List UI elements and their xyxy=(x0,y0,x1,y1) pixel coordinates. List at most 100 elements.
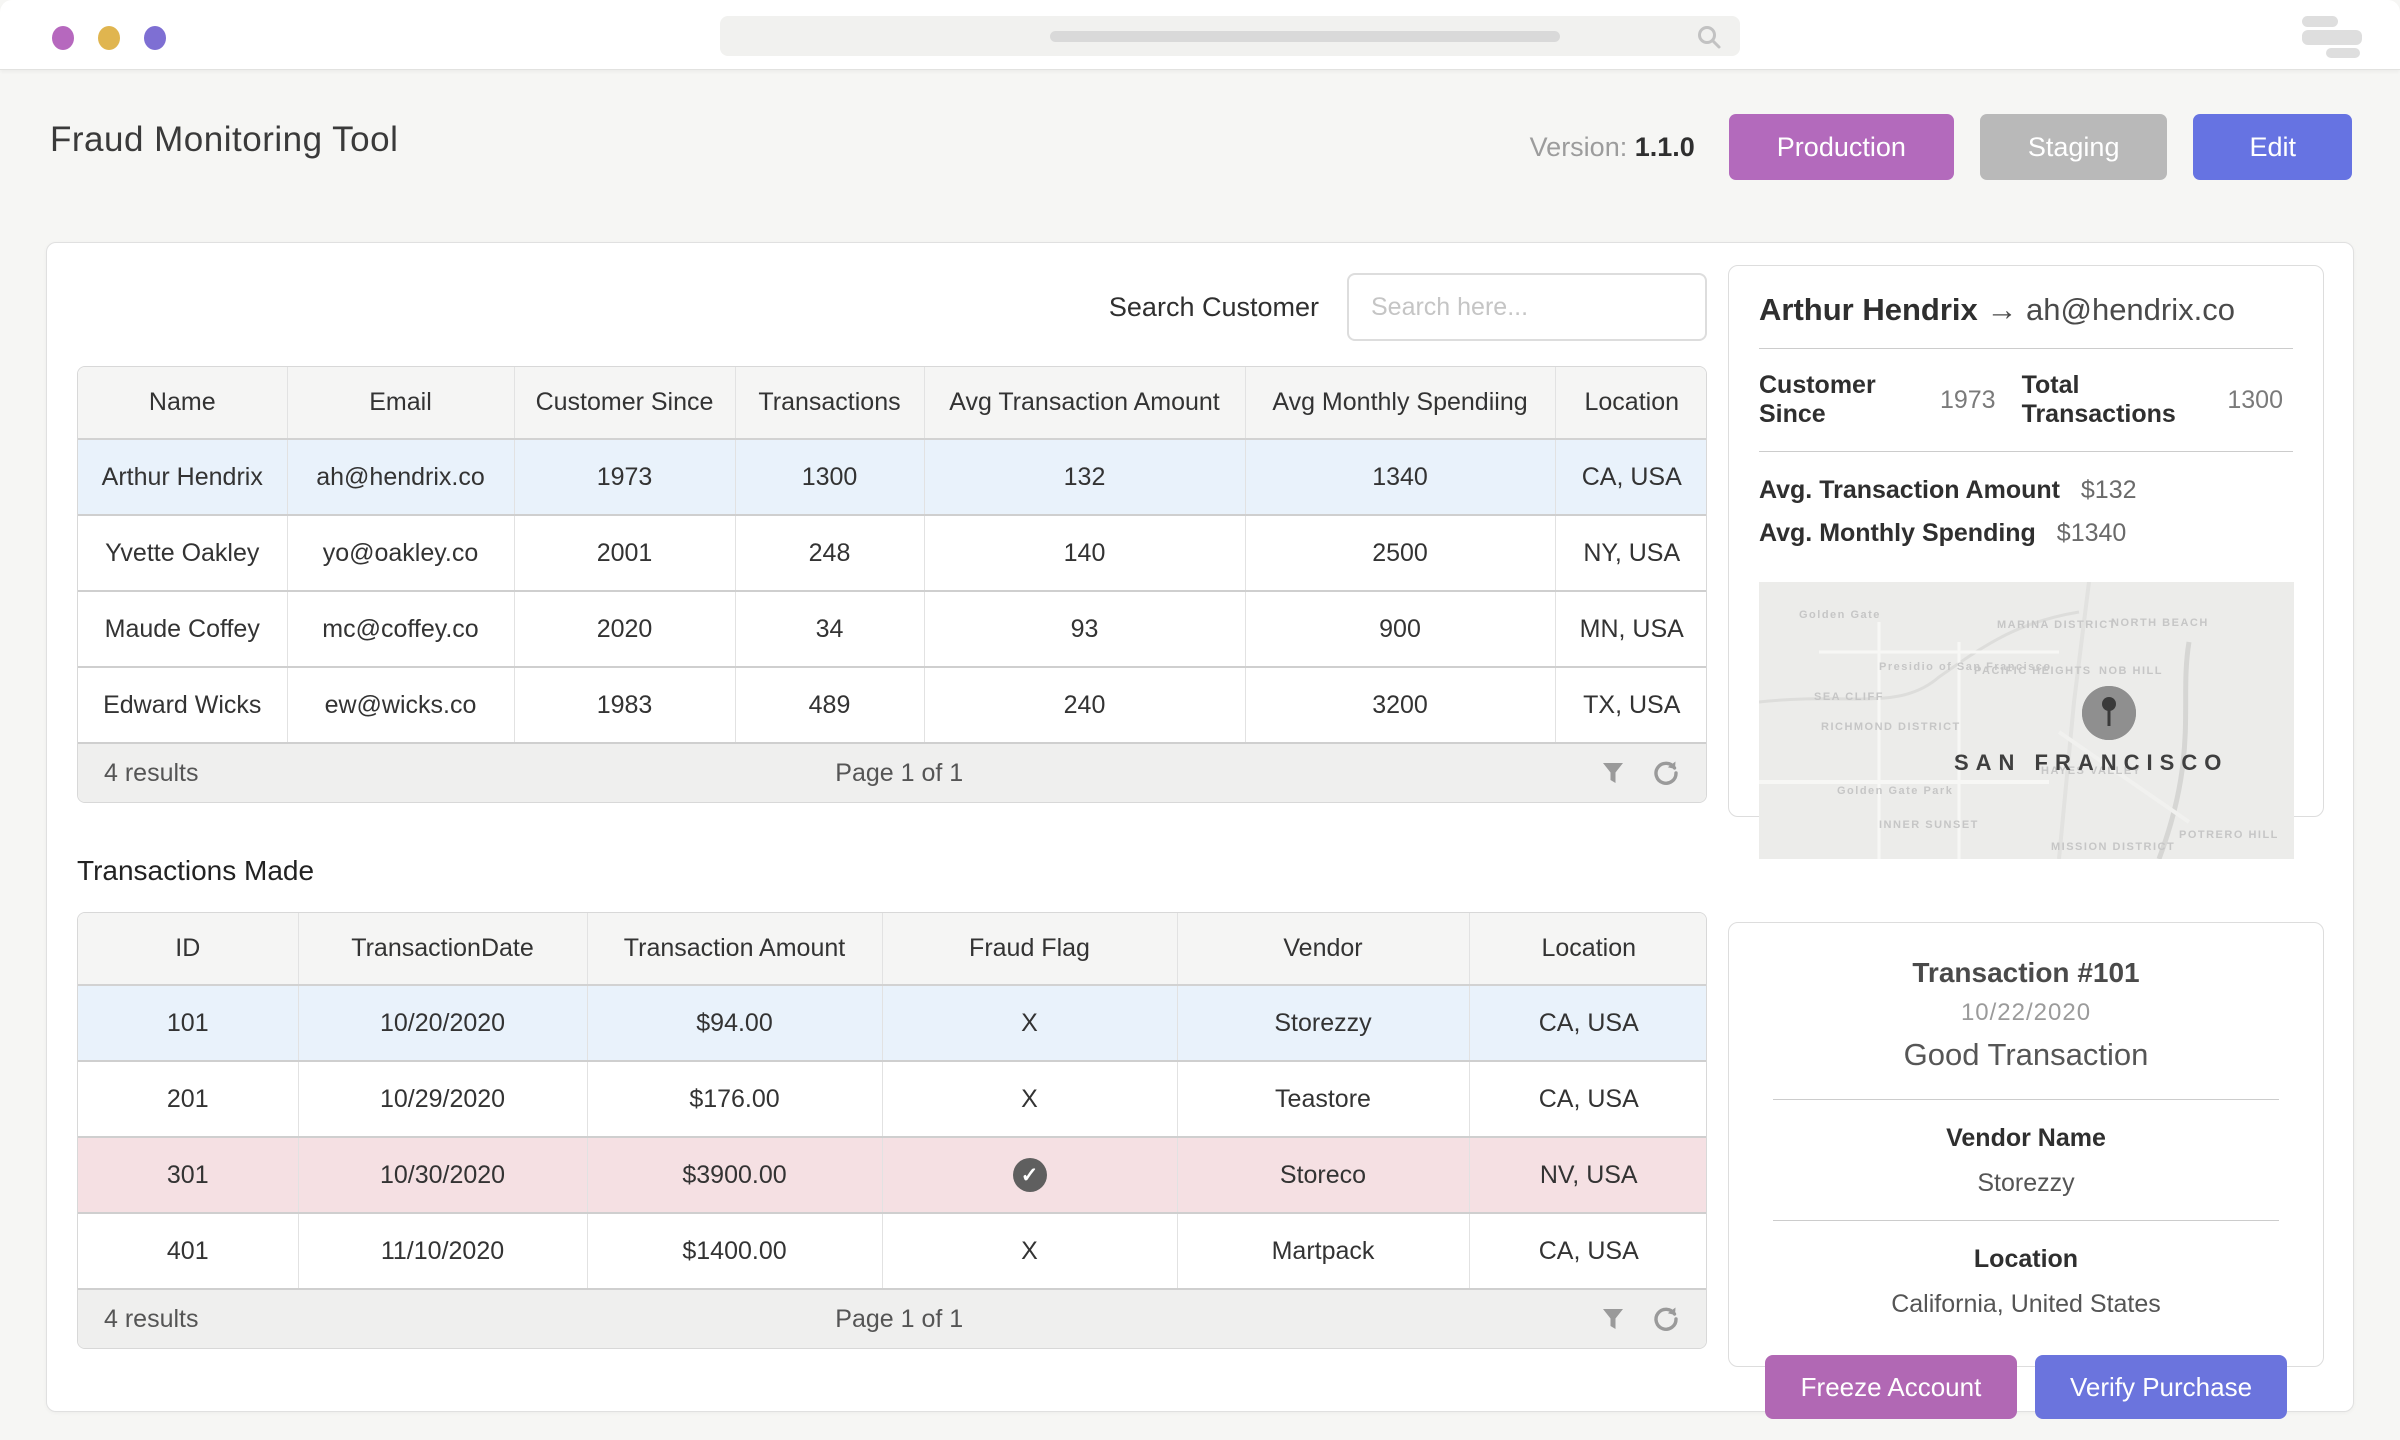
refresh-icon[interactable] xyxy=(1652,1305,1680,1333)
cell-amount[interactable]: $1400.00 xyxy=(587,1213,882,1289)
cell-customer-since[interactable]: 1983 xyxy=(514,667,735,743)
cell-id[interactable]: 101 xyxy=(78,985,298,1061)
cell-location[interactable]: NY, USA xyxy=(1555,515,1707,591)
cell-date[interactable]: 11/10/2020 xyxy=(298,1213,587,1289)
cell-transactions[interactable]: 489 xyxy=(735,667,924,743)
cell-name[interactable]: Yvette Oakley xyxy=(78,515,287,591)
cell-avg-transaction-amount[interactable]: 140 xyxy=(924,515,1245,591)
map-label-pacific-heights: PACIFIC HEIGHTS xyxy=(1974,665,2092,677)
window-maximize-dot[interactable] xyxy=(144,26,166,50)
cell-avg-monthly-spending[interactable]: 900 xyxy=(1245,591,1555,667)
cell-id[interactable]: 201 xyxy=(78,1061,298,1137)
cell-avg-transaction-amount[interactable]: 93 xyxy=(924,591,1245,667)
cell-fraud-flag[interactable]: X xyxy=(882,985,1177,1061)
cell-transactions[interactable]: 34 xyxy=(735,591,924,667)
freeze-account-button[interactable]: Freeze Account xyxy=(1765,1355,2017,1419)
transaction-status: Good Transaction xyxy=(1763,1037,2289,1073)
cell-txn-location[interactable]: CA, USA xyxy=(1469,985,1707,1061)
cell-location[interactable]: MN, USA xyxy=(1555,591,1707,667)
location-label: Location xyxy=(1763,1245,2289,1274)
map-label-nob-hill: NOB HILL xyxy=(2099,665,2163,677)
cell-email[interactable]: ew@wicks.co xyxy=(287,667,514,743)
customers-table: Name Email Customer Since Transactions A… xyxy=(77,366,1707,803)
transaction-row[interactable]: 101 10/20/2020 $94.00 X Storezzy CA, USA xyxy=(78,985,1707,1061)
col-fraud-flag[interactable]: Fraud Flag xyxy=(882,913,1177,985)
verify-purchase-button[interactable]: Verify Purchase xyxy=(2035,1355,2287,1419)
cell-avg-monthly-spending[interactable]: 1340 xyxy=(1245,439,1555,515)
cell-vendor[interactable]: Storeco xyxy=(1177,1137,1469,1213)
customer-row[interactable]: Yvette Oakley yo@oakley.co 2001 248 140 … xyxy=(78,515,1707,591)
col-location[interactable]: Location xyxy=(1555,367,1707,439)
map-label-marina: MARINA DISTRICT xyxy=(1997,619,2117,631)
map-label-mission: MISSION DISTRICT xyxy=(2051,841,2175,853)
col-transaction-date[interactable]: TransactionDate xyxy=(298,913,587,985)
browser-menu-icon[interactable] xyxy=(2298,16,2362,56)
map-label-north-beach: NORTH BEACH xyxy=(2111,617,2209,629)
cell-amount[interactable]: $176.00 xyxy=(587,1061,882,1137)
cell-id[interactable]: 401 xyxy=(78,1213,298,1289)
cell-amount[interactable]: $3900.00 xyxy=(587,1137,882,1213)
cell-email[interactable]: ah@hendrix.co xyxy=(287,439,514,515)
window-minimize-dot[interactable] xyxy=(98,26,120,50)
customer-search-input[interactable] xyxy=(1347,273,1707,341)
transactions-header-row: ID TransactionDate Transaction Amount Fr… xyxy=(78,913,1707,985)
cell-name[interactable]: Maude Coffey xyxy=(78,591,287,667)
cell-avg-monthly-spending[interactable]: 3200 xyxy=(1245,667,1555,743)
cell-name[interactable]: Arthur Hendrix xyxy=(78,439,287,515)
cell-customer-since[interactable]: 1973 xyxy=(514,439,735,515)
col-id[interactable]: ID xyxy=(78,913,298,985)
transaction-row[interactable]: 301 10/30/2020 $3900.00 ✓ Storeco NV, US… xyxy=(78,1137,1707,1213)
cell-date[interactable]: 10/29/2020 xyxy=(298,1061,587,1137)
cell-date[interactable]: 10/20/2020 xyxy=(298,985,587,1061)
col-name[interactable]: Name xyxy=(78,367,287,439)
cell-avg-transaction-amount[interactable]: 240 xyxy=(924,667,1245,743)
col-transaction-amount[interactable]: Transaction Amount xyxy=(587,913,882,985)
fraud-check-icon: ✓ xyxy=(1013,1158,1047,1192)
col-avg-monthly-spending[interactable]: Avg Monthly Spendiing xyxy=(1245,367,1555,439)
cell-email[interactable]: yo@oakley.co xyxy=(287,515,514,591)
cell-customer-since[interactable]: 2001 xyxy=(514,515,735,591)
cell-vendor[interactable]: Storezzy xyxy=(1177,985,1469,1061)
col-vendor[interactable]: Vendor xyxy=(1177,913,1469,985)
cell-txn-location[interactable]: NV, USA xyxy=(1469,1137,1707,1213)
customer-row[interactable]: Edward Wicks ew@wicks.co 1983 489 240 32… xyxy=(78,667,1707,743)
col-customer-since[interactable]: Customer Since xyxy=(514,367,735,439)
filter-icon[interactable] xyxy=(1600,760,1626,786)
cell-avg-monthly-spending[interactable]: 2500 xyxy=(1245,515,1555,591)
customer-row[interactable]: Maude Coffey mc@coffey.co 2020 34 93 900… xyxy=(78,591,1707,667)
window-close-dot[interactable] xyxy=(52,26,74,50)
production-button[interactable]: Production xyxy=(1729,114,1954,180)
cell-txn-location[interactable]: CA, USA xyxy=(1469,1213,1707,1289)
edit-button[interactable]: Edit xyxy=(2193,114,2352,180)
refresh-icon[interactable] xyxy=(1652,759,1680,787)
customer-row[interactable]: Arthur Hendrix ah@hendrix.co 1973 1300 1… xyxy=(78,439,1707,515)
cell-avg-transaction-amount[interactable]: 132 xyxy=(924,439,1245,515)
cell-email[interactable]: mc@coffey.co xyxy=(287,591,514,667)
transactions-results-count: 4 results xyxy=(104,1305,198,1334)
col-email[interactable]: Email xyxy=(287,367,514,439)
cell-vendor[interactable]: Teastore xyxy=(1177,1061,1469,1137)
filter-icon[interactable] xyxy=(1600,1306,1626,1332)
address-bar[interactable] xyxy=(720,16,1740,56)
transaction-row[interactable]: 401 11/10/2020 $1400.00 X Martpack CA, U… xyxy=(78,1213,1707,1289)
cell-txn-location[interactable]: CA, USA xyxy=(1469,1061,1707,1137)
cell-date[interactable]: 10/30/2020 xyxy=(298,1137,587,1213)
cell-fraud-flag[interactable]: ✓ xyxy=(882,1137,1177,1213)
cell-customer-since[interactable]: 2020 xyxy=(514,591,735,667)
cell-vendor[interactable]: Martpack xyxy=(1177,1213,1469,1289)
cell-fraud-flag[interactable]: X xyxy=(882,1061,1177,1137)
search-icon[interactable] xyxy=(1696,24,1722,55)
cell-transactions[interactable]: 1300 xyxy=(735,439,924,515)
transaction-row[interactable]: 201 10/29/2020 $176.00 X Teastore CA, US… xyxy=(78,1061,1707,1137)
cell-fraud-flag[interactable]: X xyxy=(882,1213,1177,1289)
cell-location[interactable]: TX, USA xyxy=(1555,667,1707,743)
cell-location[interactable]: CA, USA xyxy=(1555,439,1707,515)
staging-button[interactable]: Staging xyxy=(1980,114,2168,180)
cell-id[interactable]: 301 xyxy=(78,1137,298,1213)
col-transactions[interactable]: Transactions xyxy=(735,367,924,439)
cell-transactions[interactable]: 248 xyxy=(735,515,924,591)
cell-name[interactable]: Edward Wicks xyxy=(78,667,287,743)
col-txn-location[interactable]: Location xyxy=(1469,913,1707,985)
cell-amount[interactable]: $94.00 xyxy=(587,985,882,1061)
col-avg-transaction-amount[interactable]: Avg Transaction Amount xyxy=(924,367,1245,439)
